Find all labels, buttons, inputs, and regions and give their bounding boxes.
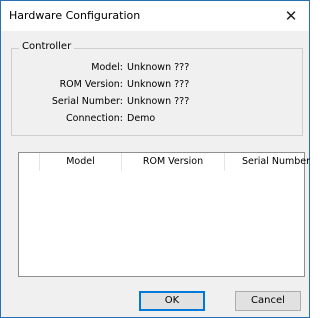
column-header-serial-number[interactable]: Serial Number bbox=[225, 153, 320, 171]
serial-number-label: Serial Number: bbox=[51, 96, 123, 107]
hardware-configuration-dialog: Hardware Configuration ✕ Controller Mode… bbox=[0, 0, 310, 318]
rom-version-field: ROM Version: Unknown ??? bbox=[11, 79, 301, 93]
hardware-list[interactable]: Model ROM Version Serial Number bbox=[18, 152, 310, 277]
rom-version-label: ROM Version: bbox=[59, 79, 123, 90]
window-title: Hardware Configuration bbox=[9, 9, 141, 22]
serial-number-field: Serial Number: Unknown ??? bbox=[11, 96, 301, 110]
ok-button[interactable]: OK bbox=[139, 291, 205, 311]
connection-label: Connection: bbox=[66, 113, 123, 124]
title-bar: Hardware Configuration ✕ bbox=[1, 1, 309, 31]
connection-field: Connection: Demo bbox=[11, 113, 301, 127]
serial-number-value: Unknown ??? bbox=[127, 96, 190, 107]
model-field: Model: Unknown ??? bbox=[11, 62, 301, 76]
column-header-model[interactable]: Model bbox=[40, 153, 122, 171]
column-header-blank[interactable] bbox=[19, 153, 40, 171]
model-value: Unknown ??? bbox=[127, 62, 190, 73]
rom-version-value: Unknown ??? bbox=[127, 79, 190, 90]
close-icon[interactable]: ✕ bbox=[273, 1, 309, 31]
connection-value: Demo bbox=[127, 113, 156, 124]
cancel-button[interactable]: Cancel bbox=[235, 291, 301, 311]
model-label: Model: bbox=[91, 62, 123, 73]
controller-group-label: Controller bbox=[19, 41, 75, 52]
column-header-rom-version[interactable]: ROM Version bbox=[122, 153, 225, 171]
